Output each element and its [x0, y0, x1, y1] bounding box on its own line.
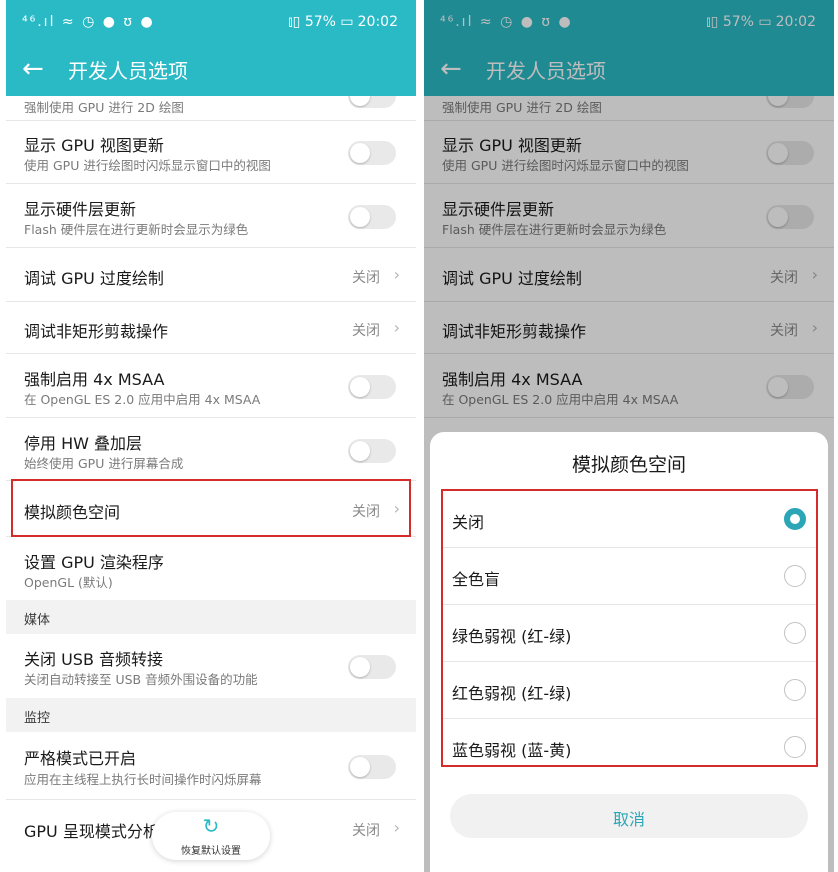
chevron-right-icon: › [393, 265, 400, 284]
settings-item-disable-hw-overlays[interactable]: 停用 HW 叠加层 始终使用 GPU 进行屏幕合成 [6, 418, 416, 481]
settings-item-subtitle: 强制使用 GPU 进行 2D 绘图 [24, 100, 184, 115]
status-icons: ⁴⁶.ıl ≈ ◷ ● ʊ ● [22, 14, 155, 30]
settings-item-subtitle: OpenGL (默认) [24, 575, 113, 590]
left-phone-screen: ⁴⁶.ıl ≈ ◷ ● ʊ ● ⫾▯ 57% ▭ 20:02 ← 开发人员选项 强… [6, 0, 416, 872]
settings-item-title: 关闭 USB 音频转接 [24, 650, 164, 669]
dialog-title: 模拟颜色空间 [571, 454, 686, 476]
restore-defaults-label: 恢复默认设置 [181, 846, 241, 857]
toggle-switch[interactable] [348, 655, 396, 679]
status-right: ⫾▯ 57% ▭ 20:02 [288, 14, 398, 30]
settings-item-gpu-renderer[interactable]: 设置 GPU 渲染程序 OpenGL (默认) [6, 537, 416, 600]
settings-item-title: 调试 GPU 过度绘制 [24, 269, 164, 288]
settings-item-title: 严格模式已开启 [24, 749, 137, 768]
settings-item-value: 关闭 [352, 323, 380, 339]
settings-item-debug-gpu-overdraw[interactable]: 调试 GPU 过度绘制 关闭 › [6, 248, 416, 302]
settings-item-subtitle: 在 OpenGL ES 2.0 应用中启用 4x MSAA [24, 392, 261, 407]
settings-item-subtitle: Flash 硬件层在进行更新时会显示为绿色 [24, 222, 249, 237]
settings-item-subtitle: 使用 GPU 进行绘图时闪烁显示窗口中的视图 [24, 158, 271, 173]
settings-item-value: 关闭 [352, 823, 380, 839]
toggle-switch[interactable] [348, 141, 396, 165]
toggle-switch[interactable] [348, 439, 396, 463]
back-arrow-icon[interactable]: ← [22, 54, 44, 84]
toggle-switch[interactable] [348, 375, 396, 399]
settings-item-strict-mode[interactable]: 严格模式已开启 应用在主线程上执行长时间操作时闪烁屏幕 [6, 732, 416, 800]
settings-item-gpu-view-updates[interactable]: 显示 GPU 视图更新 使用 GPU 进行绘图时闪烁显示窗口中的视图 [6, 121, 416, 184]
status-bar: ⁴⁶.ıl ≈ ◷ ● ʊ ● ⫾▯ 57% ▭ 20:02 [6, 0, 416, 48]
settings-item-force-gpu-2d[interactable]: 强制使用 GPU 进行 2D 绘图 [6, 96, 416, 121]
toggle-switch[interactable] [348, 96, 396, 108]
chevron-right-icon: › [393, 318, 400, 337]
settings-item-title: 调试非矩形剪裁操作 [24, 322, 169, 341]
settings-item-subtitle: 应用在主线程上执行长时间操作时闪烁屏幕 [24, 772, 262, 787]
settings-item-title: 显示 GPU 视图更新 [24, 136, 164, 155]
settings-item-value: 关闭 [352, 270, 380, 286]
cancel-button[interactable]: 取消 [450, 794, 808, 838]
page-title: 开发人员选项 [68, 59, 188, 83]
right-phone-screen: ⁴⁶.ıl ≈ ◷ ● ʊ ● ⫾▯ 57% ▭ 20:02 ← 开发人员选项 强… [424, 0, 834, 872]
app-bar: ← 开发人员选项 [6, 48, 416, 96]
settings-item-debug-non-rect-clip[interactable]: 调试非矩形剪裁操作 关闭 › [6, 302, 416, 354]
settings-item-title: 设置 GPU 渲染程序 [24, 553, 164, 572]
settings-item-subtitle: 关闭自动转接至 USB 音频外围设备的功能 [24, 672, 258, 687]
highlight-box [441, 489, 818, 767]
chevron-right-icon: › [393, 818, 400, 837]
settings-item-title: 停用 HW 叠加层 [24, 434, 143, 453]
settings-item-title: 强制启用 4x MSAA [24, 370, 165, 389]
battery-indicator: ⫾▯ 57% ▭ [288, 14, 354, 30]
settings-item-title: GPU 呈现模式分析 [24, 822, 159, 841]
settings-item-hw-layer-updates[interactable]: 显示硬件层更新 Flash 硬件层在进行更新时会显示为绿色 [6, 184, 416, 248]
cancel-label: 取消 [612, 810, 645, 829]
section-header-media: 媒体 [6, 600, 416, 634]
highlight-box [11, 479, 411, 537]
restore-defaults-button[interactable]: ↻ 恢复默认设置 [152, 812, 270, 860]
settings-item-force-msaa[interactable]: 强制启用 4x MSAA 在 OpenGL ES 2.0 应用中启用 4x MS… [6, 354, 416, 418]
settings-item-usb-audio-routing[interactable]: 关闭 USB 音频转接 关闭自动转接至 USB 音频外围设备的功能 [6, 634, 416, 698]
refresh-icon: ↻ [202, 814, 220, 838]
toggle-switch[interactable] [348, 755, 396, 779]
section-label: 监控 [24, 711, 51, 726]
color-space-dialog: 模拟颜色空间 关闭 全色盲 绿色弱视 (红-绿) 红色弱视 (红-绿) 蓝色弱视… [430, 432, 828, 872]
toggle-switch[interactable] [348, 205, 396, 229]
clock: 20:02 [357, 14, 398, 30]
section-header-monitoring: 监控 [6, 698, 416, 732]
settings-item-title: 显示硬件层更新 [24, 200, 137, 219]
settings-item-subtitle: 始终使用 GPU 进行屏幕合成 [24, 456, 184, 471]
section-label: 媒体 [24, 613, 51, 628]
